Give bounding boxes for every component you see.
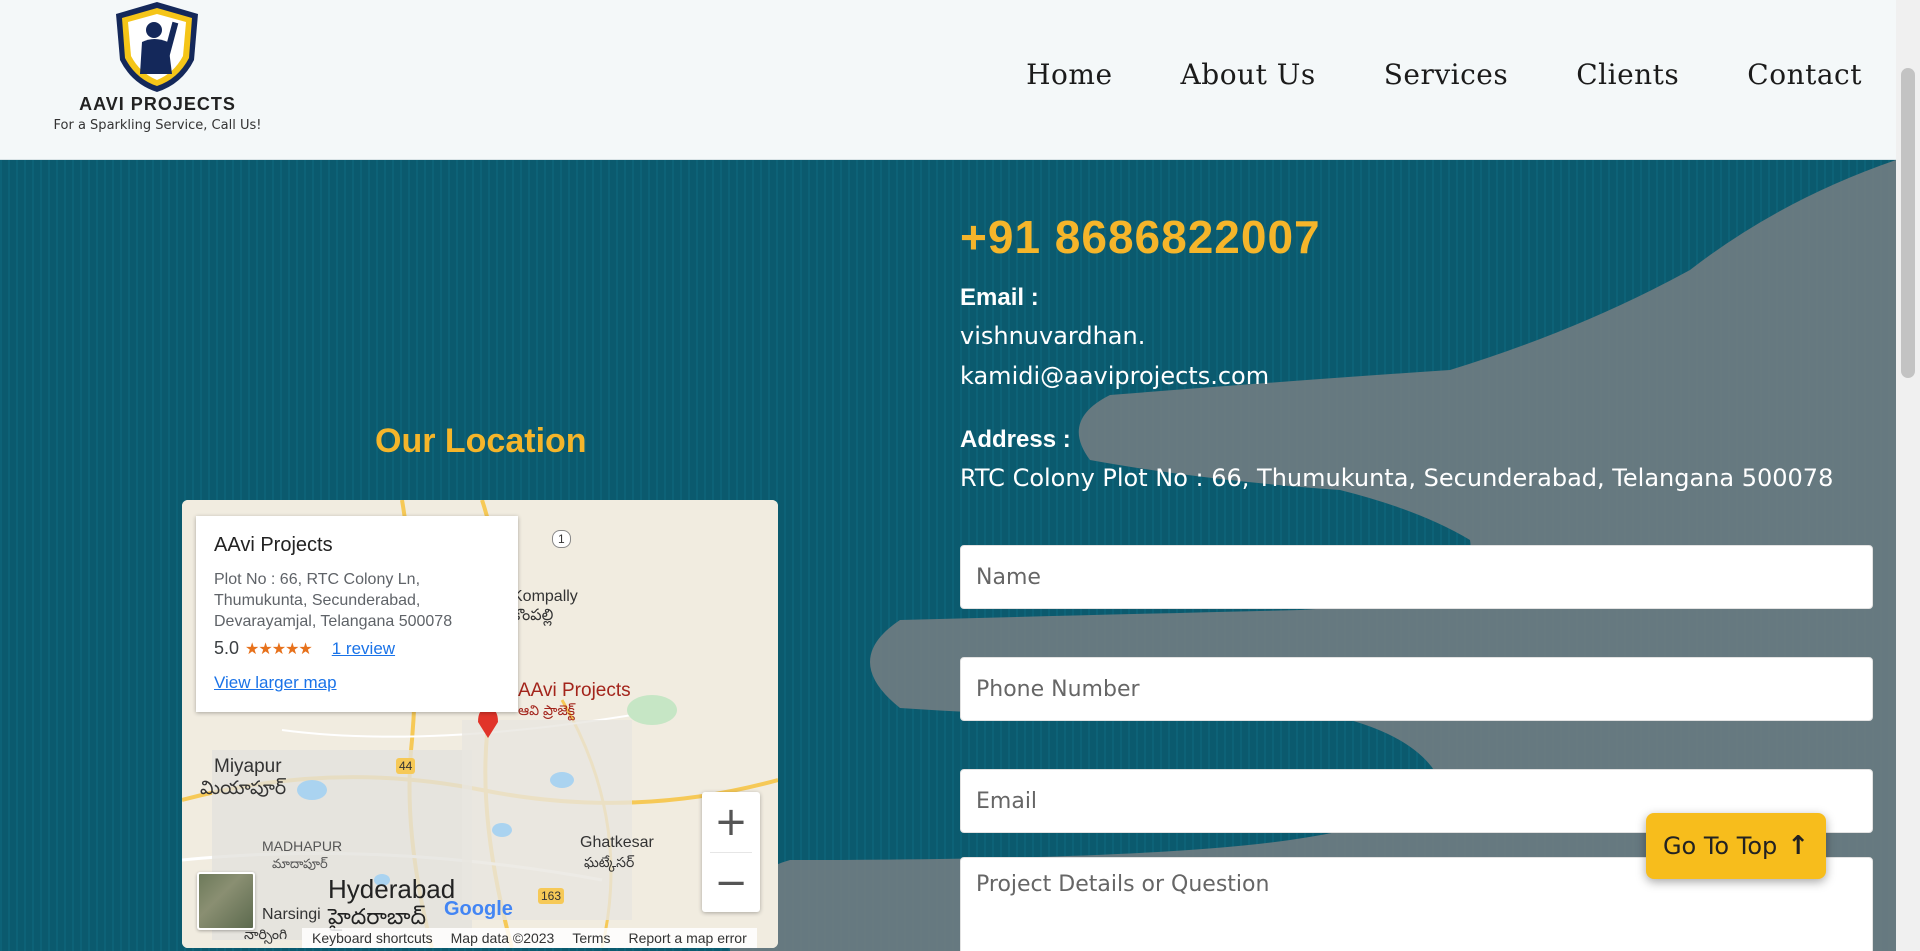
scrollbar-thumb[interactable] (1901, 68, 1915, 378)
email-label: Email : (960, 284, 1039, 311)
contact-phone[interactable]: +91 8686822007 (960, 210, 1321, 264)
rating-value: 5.0 (214, 638, 240, 658)
go-to-top-button[interactable]: Go To Top ↑ (1646, 813, 1826, 879)
place-rating: 5.0 ★★★★★ 1 review (214, 638, 500, 659)
address-value: RTC Colony Plot No : 66, Thumukunta, Sec… (960, 464, 1834, 492)
map-label-madhapur: MADHAPUR (262, 838, 343, 854)
review-link[interactable]: 1 review (332, 639, 395, 659)
place-name: AAvi Projects (214, 534, 333, 556)
rating-stars-icon: ★★★★★ (245, 640, 313, 658)
google-logo-text: Google (444, 898, 513, 920)
location-title: Our Location (375, 422, 587, 460)
map-label-ghatkesar: Ghatkesar (580, 834, 654, 851)
nav-contact[interactable]: Contact (1747, 58, 1862, 91)
view-larger-map-link[interactable]: View larger map (214, 673, 500, 693)
nav-clients[interactable]: Clients (1576, 58, 1679, 91)
terms-link[interactable]: Terms (572, 930, 610, 946)
address-label: Address : (960, 426, 1071, 453)
shield-logo-icon (116, 2, 198, 92)
map-data-text: Map data ©2023 (450, 930, 555, 946)
brand-logo[interactable]: AAVI PROJECTS For a Sparkling Service, C… (40, 0, 275, 150)
nav-home[interactable]: Home (1026, 58, 1112, 91)
google-map[interactable]: Kompally కొంపల్లి AAvi Projects ఆవి ప్రా… (182, 500, 778, 948)
email-value-line2[interactable]: kamidi@aaviprojects.com (960, 356, 1269, 396)
highway-44-badge: 44 (396, 758, 416, 774)
arrow-up-icon: ↑ (1787, 831, 1810, 861)
page-scrollbar[interactable] (1896, 0, 1920, 951)
name-input[interactable] (960, 545, 1873, 609)
map-label-narsingi: Narsingi (262, 906, 321, 923)
zoom-in-button[interactable]: + (702, 792, 760, 852)
zoom-controls: + − (702, 792, 760, 912)
site-header: AAVI PROJECTS For a Sparkling Service, C… (0, 0, 1896, 160)
map-label-hyderabad: Hyderabad (328, 874, 456, 904)
go-to-top-label: Go To Top (1662, 832, 1778, 860)
place-info-card: AAvi Projects Plot No : 66, RTC Colony L… (196, 516, 518, 712)
map-pin-label-te: ఆవి ప్రాజెక్ట్ (518, 702, 575, 718)
map-label-kompally-te: కొంపల్లి (512, 607, 554, 624)
phone-input[interactable] (960, 657, 1873, 721)
map-label-miyapur-te: మియాపూర్ (200, 778, 287, 799)
keyboard-shortcuts-link[interactable]: Keyboard shortcuts (312, 930, 433, 946)
highway-163-badge: 163 (538, 888, 565, 904)
google-logo: Google (444, 898, 513, 921)
map-footer: Keyboard shortcuts Map data ©2023 Terms … (302, 928, 757, 948)
map-label-kompally: Kompally (512, 588, 578, 605)
nav-about-us[interactable]: About Us (1181, 58, 1316, 91)
map-label-ghatkesar-te: ఘట్కేసర్ (584, 854, 635, 870)
nav-services[interactable]: Services (1384, 58, 1509, 91)
report-map-error-link[interactable]: Report a map error (628, 930, 746, 946)
brand-name: AAVI PROJECTS (79, 94, 236, 114)
map-pin-label: AAvi Projects (518, 680, 631, 701)
map-label-madhapur-te: మాదాపూర్ (272, 856, 328, 871)
main-nav: Home About Us Services Clients Contact (1026, 58, 1862, 91)
zoom-out-button[interactable]: − (702, 853, 760, 913)
map-label-miyapur: Miyapur (214, 756, 282, 777)
email-value-line1: vishnuvardhan. (960, 322, 1146, 350)
brand-tagline: For a Sparkling Service, Call Us! (53, 118, 262, 133)
satellite-toggle-button[interactable] (197, 872, 255, 930)
place-address: Plot No : 66, RTC Colony Ln, Thumukunta,… (214, 571, 453, 630)
highway-1-badge: 1 (552, 530, 571, 548)
